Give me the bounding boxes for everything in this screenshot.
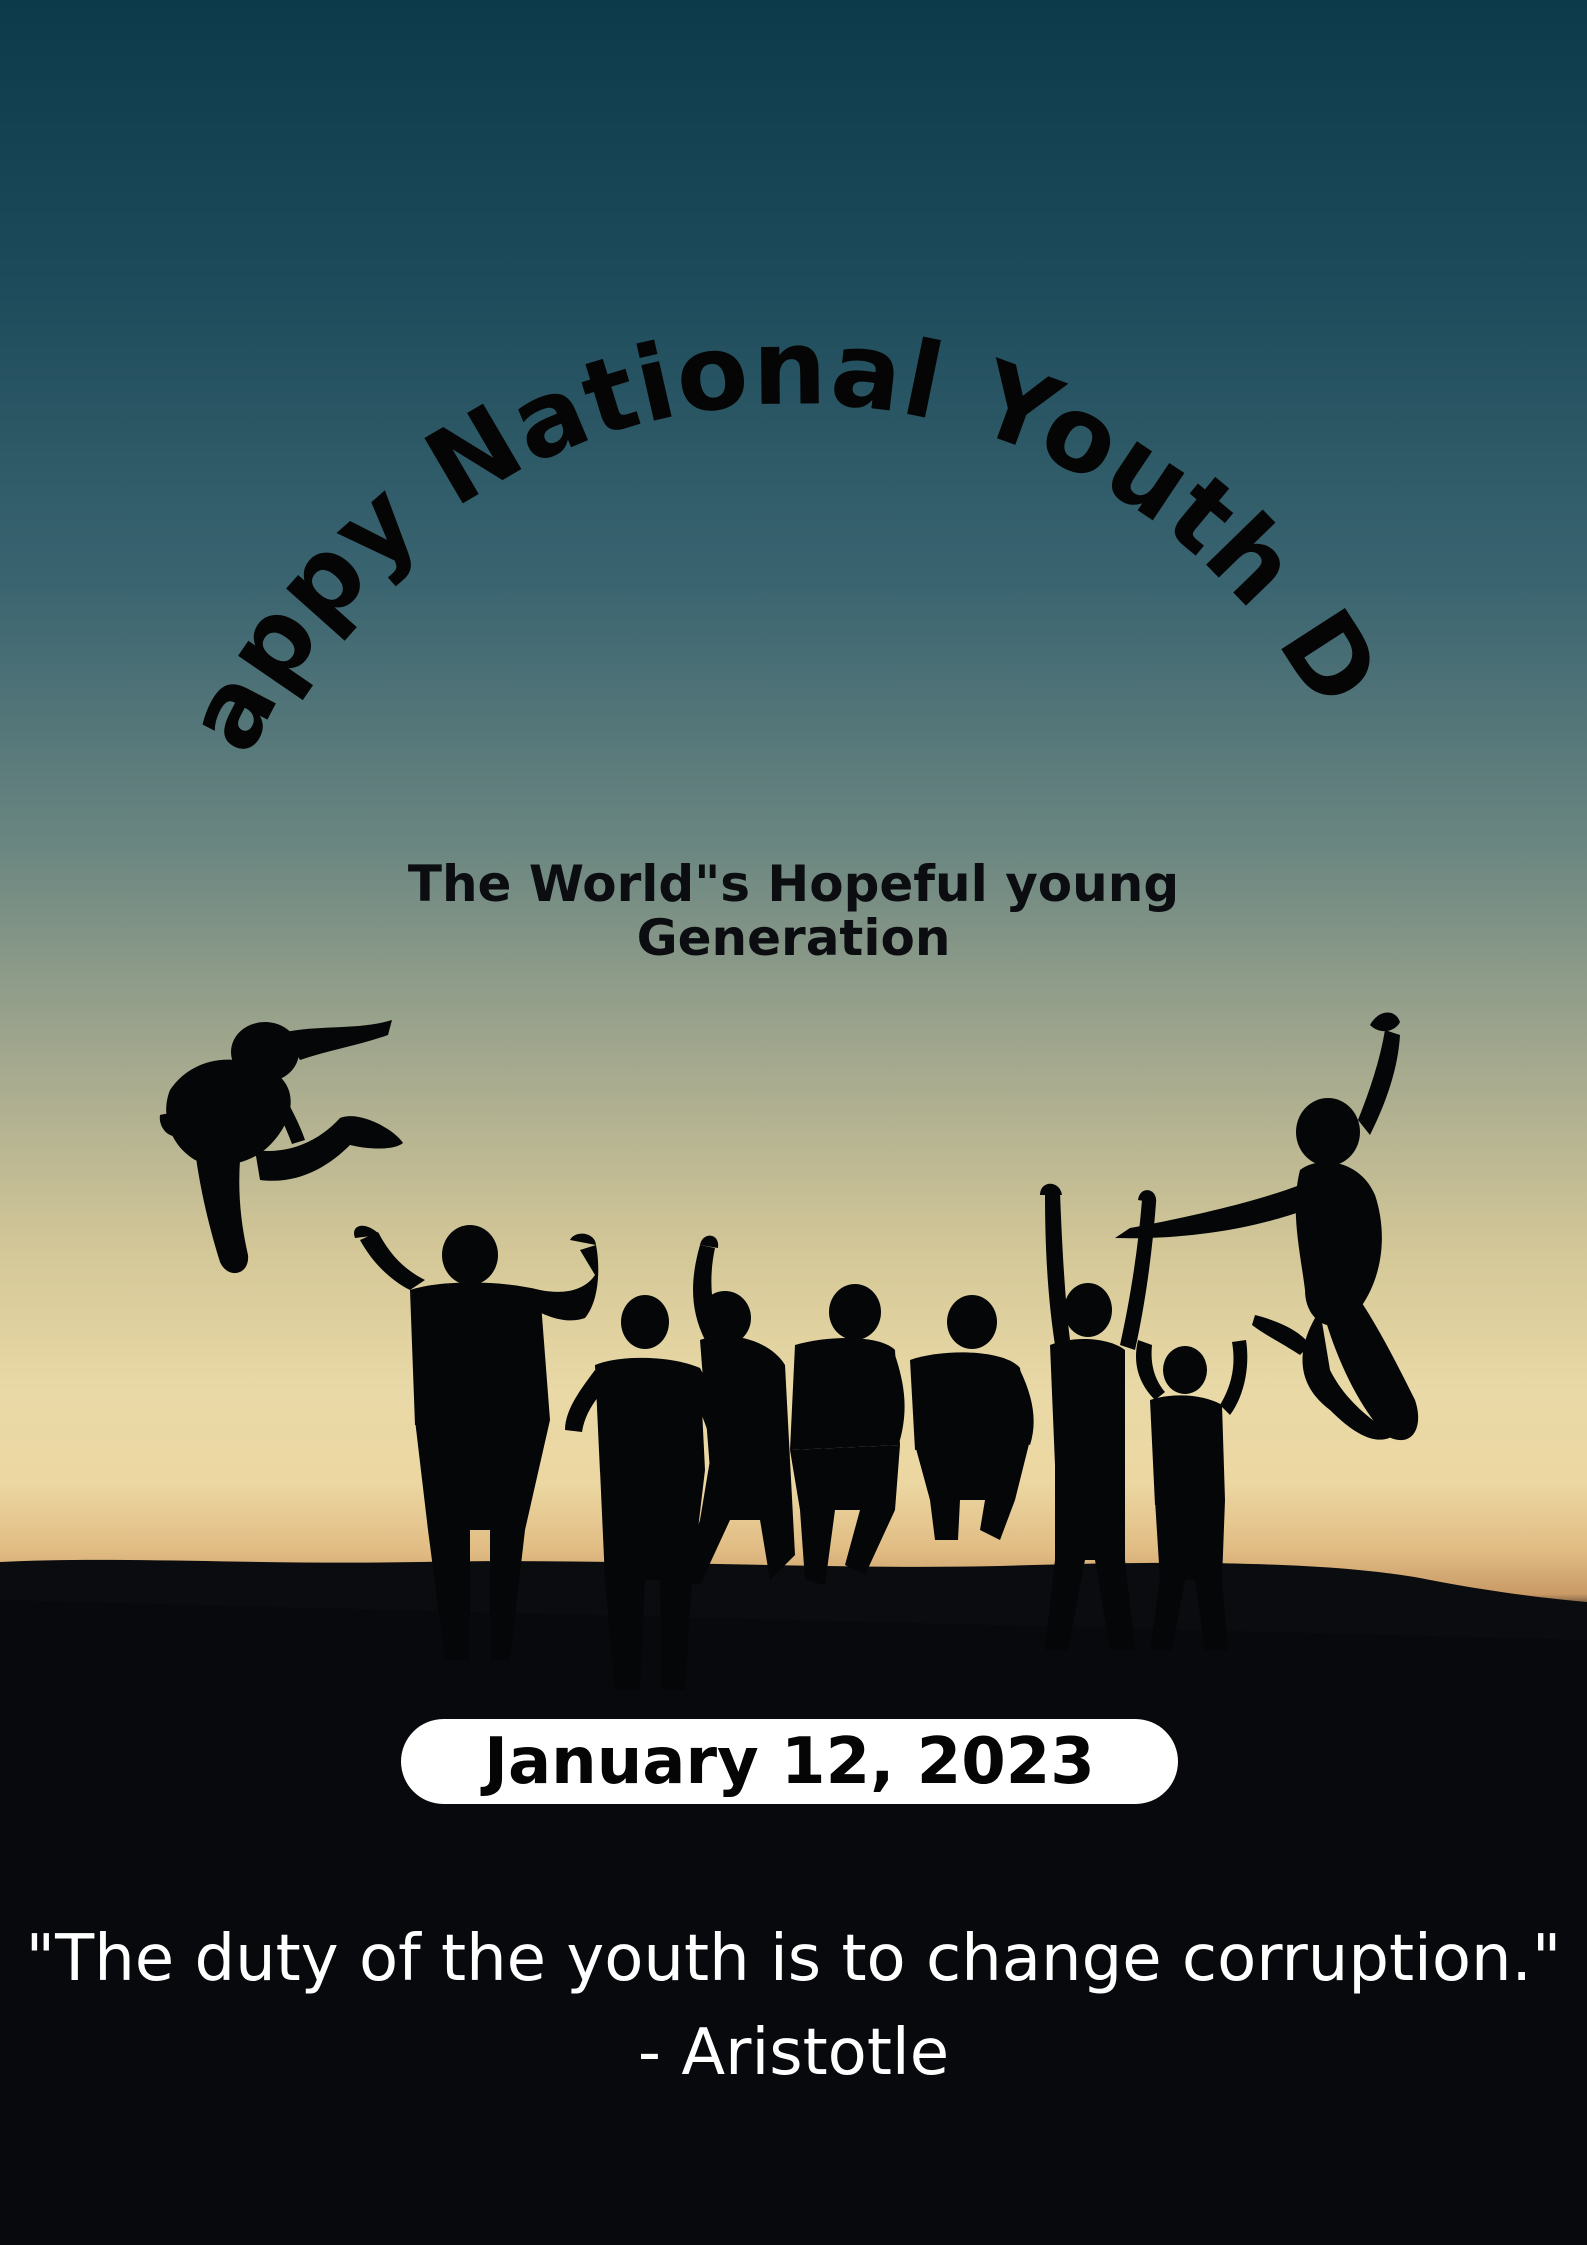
jumping-youth-silhouettes: [159, 1012, 1419, 1690]
silhouette-right-jumper: [1115, 1012, 1419, 1441]
silhouette-boy-5: [910, 1295, 1034, 1540]
silhouette-kid-7: [1135, 1340, 1248, 1650]
quote-author: - Aristotle: [637, 2016, 950, 2090]
silhouette-boy-1: [354, 1225, 599, 1660]
poster: Happy National Youth Day The World"s Hop…: [0, 0, 1587, 2245]
quote-text: "The duty of the youth is to change corr…: [25, 1922, 1562, 1996]
quote: "The duty of the youth is to change corr…: [0, 1912, 1587, 2100]
event-date: January 12, 2023: [484, 1724, 1095, 1799]
date-badge: January 12, 2023: [401, 1719, 1178, 1804]
silhouette-boy-4: [790, 1284, 905, 1585]
silhouette-kid-6: [1040, 1183, 1157, 1650]
